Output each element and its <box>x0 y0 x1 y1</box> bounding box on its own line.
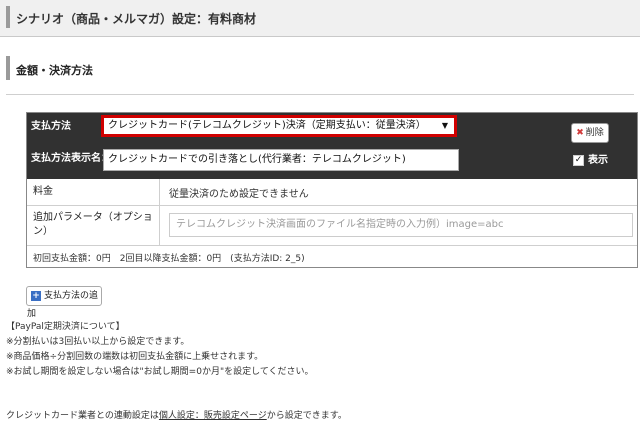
footer-note: クレジットカード業者との連動設定は個人設定：販売設定ページから設定できます。 <box>6 408 347 421</box>
payment-method-label: 支払方法 <box>31 121 71 132</box>
param-input[interactable]: テレコムクレジット決済画面のファイル名指定時の入力例）image=abc <box>169 213 633 237</box>
section-divider <box>6 94 634 95</box>
price-label: 料金 <box>33 186 53 197</box>
section-accent-bar <box>6 56 10 80</box>
price-label-cell: 料金 <box>33 179 160 205</box>
delete-button[interactable]: ✖ 削除 <box>571 123 609 143</box>
param-row: 追加パラメータ（オプション） テレコムクレジット決済画面のファイル名指定時の入力… <box>27 205 637 246</box>
show-checkbox[interactable]: ✓ 表示 <box>573 151 608 166</box>
section-title: 金額・決済方法 <box>16 64 93 77</box>
note-line: ※分割払いは3回払い以上から設定できます。 <box>6 337 190 347</box>
payment-display-name-value: クレジットカードでの引き落とし(代行業者：テレコムクレジット) <box>108 154 406 165</box>
delete-button-label: 削除 <box>585 128 604 138</box>
payment-display-name-input[interactable]: クレジットカードでの引き落とし(代行業者：テレコムクレジット) <box>103 149 459 171</box>
note-line: ※商品価格÷分割回数の端数は初回支払金額に上乗せされます。 <box>6 352 264 362</box>
show-checkbox-label: 表示 <box>588 155 608 166</box>
plus-icon: + <box>31 290 41 301</box>
price-value: 従量決済のため設定できません <box>169 188 309 200</box>
add-payment-method-button[interactable]: + 支払方法の追加 <box>26 286 102 319</box>
footer-prefix: クレジットカード業者との連動設定は <box>6 411 159 421</box>
paypal-notes: 【PayPal定期決済について】 ※分割払いは3回払い以上から設定できます。 ※… <box>6 320 314 380</box>
checkmark-icon: ✓ <box>573 154 584 166</box>
close-icon: ✖ <box>576 128 584 138</box>
param-label-cell: 追加パラメータ（オプション） <box>33 205 160 245</box>
dropdown-arrow-icon: ▼ <box>441 121 448 130</box>
page-title: シナリオ（商品・メルマガ）設定：有料商材 <box>16 12 257 26</box>
price-value-cell: 従量決済のため設定できません <box>169 179 629 205</box>
param-label: 追加パラメータ（オプション） <box>33 212 153 237</box>
note-line: 【PayPal定期決済について】 <box>6 322 125 332</box>
payment-method-selected-value: クレジットカード(テレコムクレジット)決済（定期支払い：従量決済） <box>108 120 426 131</box>
header-accent-bar <box>6 6 10 28</box>
payment-method-panel: 支払方法 クレジットカード(テレコムクレジット)決済（定期支払い：従量決済） ▼… <box>26 112 638 268</box>
sales-settings-link[interactable]: 個人設定：販売設定ページ <box>159 411 267 421</box>
payment-method-header: 支払方法 クレジットカード(テレコムクレジット)決済（定期支払い：従量決済） ▼… <box>27 113 637 179</box>
payment-summary: 初回支払金額：0円 2回目以降支払金額：0円 (支払方法ID: 2_5) <box>33 254 305 264</box>
footer-suffix: から設定できます。 <box>266 411 347 421</box>
price-row: 料金 従量決済のため設定できません <box>27 179 637 206</box>
page-header: シナリオ（商品・メルマガ）設定：有料商材 <box>0 0 640 37</box>
note-line: ※お試し期間を設定しない場合は"お試し期間=0か月"を設定してください。 <box>6 367 314 377</box>
param-input-placeholder: テレコムクレジット決済画面のファイル名指定時の入力例）image=abc <box>176 219 504 230</box>
payment-method-select[interactable]: クレジットカード(テレコムクレジット)決済（定期支払い：従量決済） ▼ <box>101 115 457 137</box>
payment-display-label: 支払方法表示名： <box>31 153 111 164</box>
